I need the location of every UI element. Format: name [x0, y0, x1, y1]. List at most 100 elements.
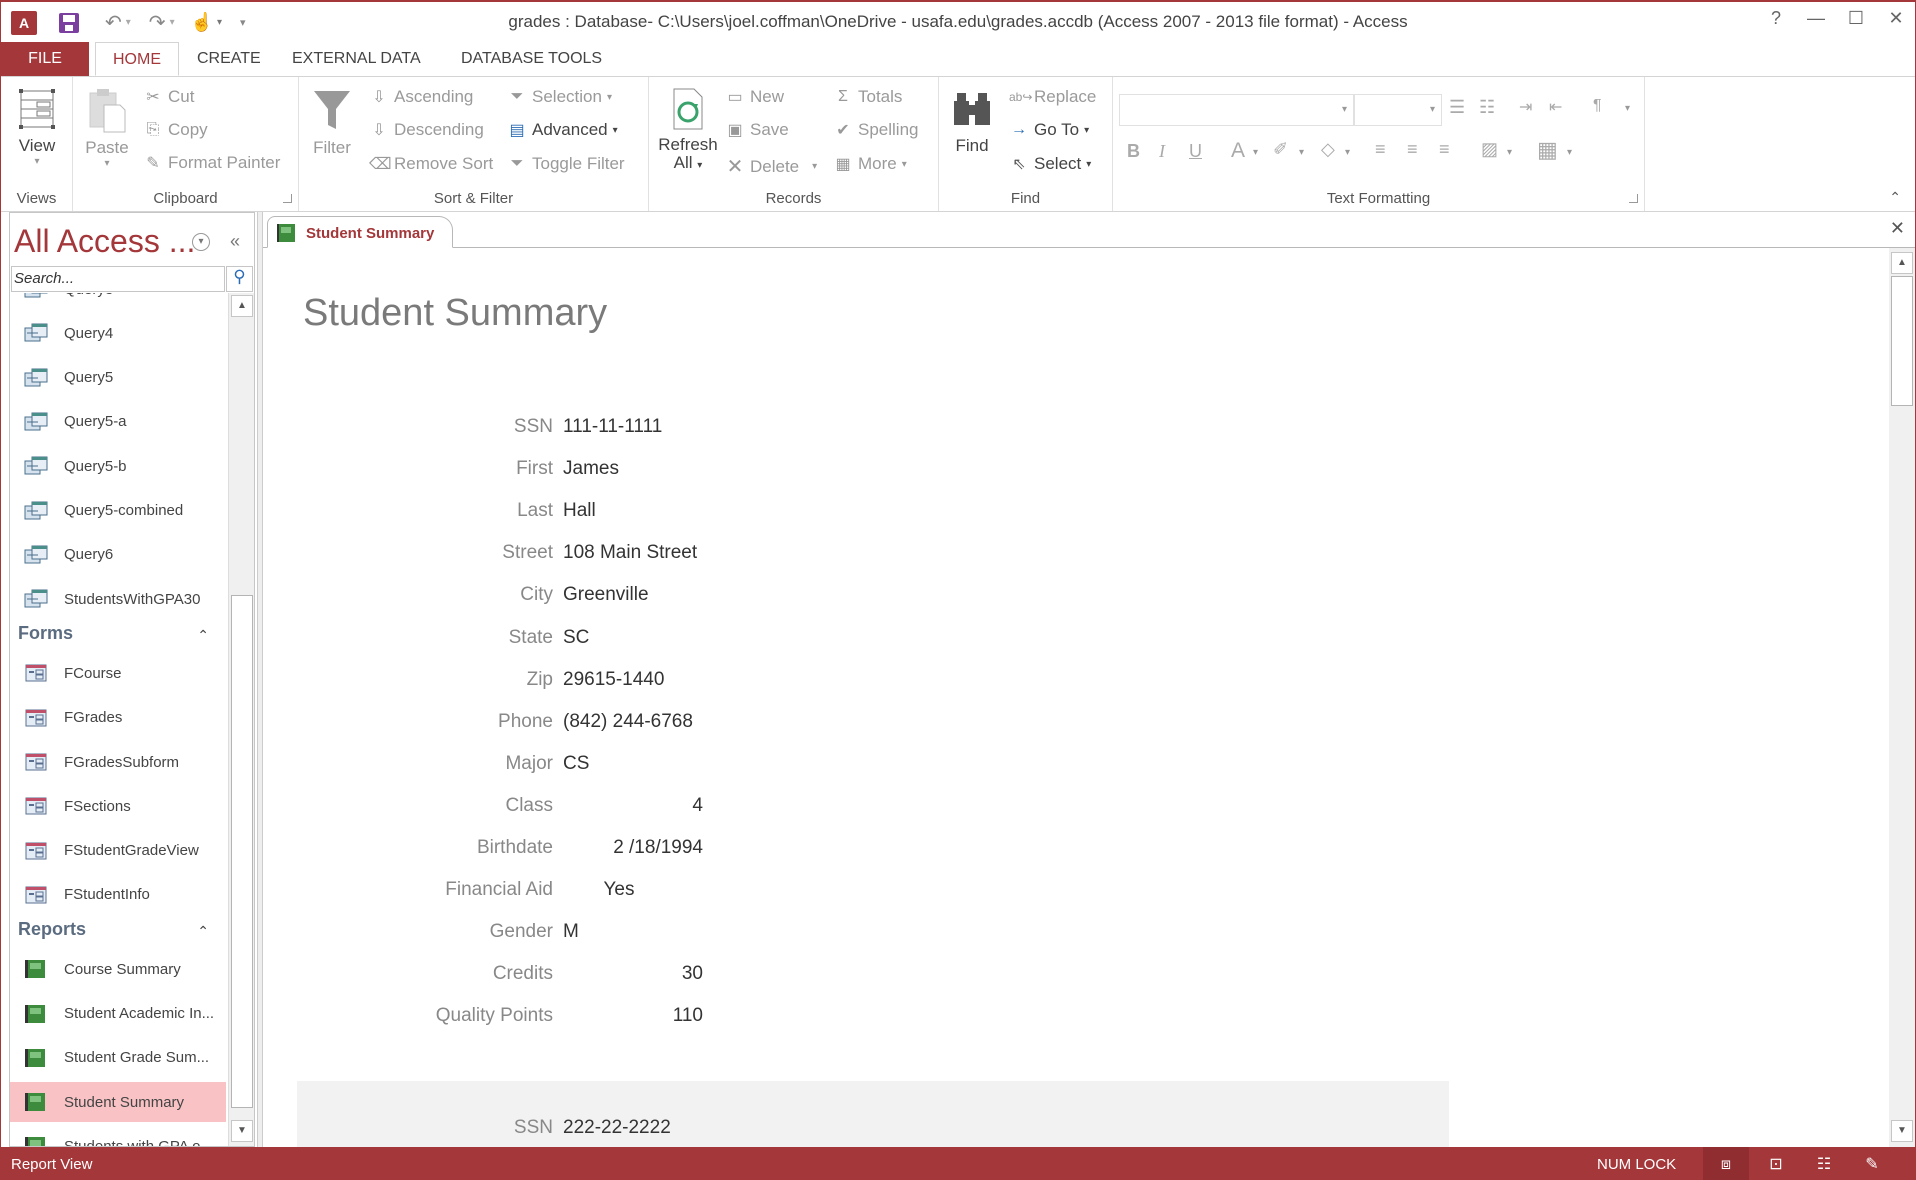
advanced-button[interactable]: ▤ Advanced ▾ — [507, 120, 617, 140]
spelling-button[interactable]: ✔ Spelling — [833, 120, 918, 140]
report-view-icon[interactable]: ⧈ — [1703, 1147, 1749, 1180]
copy-button[interactable]: ⎘ Copy — [143, 120, 208, 140]
totals-button[interactable]: Σ Totals — [833, 87, 902, 107]
nav-item-query[interactable]: Query5 — [10, 358, 226, 398]
replace-button[interactable]: ab↪ Replace — [1009, 87, 1096, 107]
nav-search-input[interactable]: Search... — [11, 266, 225, 292]
format-painter-button[interactable]: ✎ Format Painter — [143, 153, 280, 173]
selection-button[interactable]: ⏷ Selection ▾ — [507, 87, 612, 107]
gridlines-dropdown-icon[interactable]: ▾ — [1507, 147, 1512, 158]
bold-button[interactable]: B — [1127, 141, 1140, 162]
nav-item-form[interactable]: FGradesSubform — [10, 742, 226, 782]
underline-button[interactable]: U — [1189, 141, 1202, 162]
nav-menu-dropdown-icon[interactable]: ▾ — [192, 233, 210, 251]
nav-item-query[interactable]: Query5-a — [10, 402, 226, 442]
nav-pane-title[interactable]: All Access ... — [14, 223, 195, 260]
search-icon[interactable]: ⚲ — [226, 266, 253, 292]
minimize-icon[interactable]: — — [1798, 8, 1834, 29]
find-button[interactable]: Find — [947, 87, 997, 156]
fill-dropdown-icon[interactable]: ▾ — [1345, 147, 1350, 158]
nav-item-form[interactable]: FCourse — [10, 653, 226, 693]
collapse-section-icon[interactable]: ⌃ — [197, 627, 209, 644]
paragraph-dropdown-icon[interactable]: ▾ — [1625, 103, 1630, 114]
maximize-icon[interactable]: ☐ — [1838, 8, 1874, 29]
delete-record-button[interactable]: ✕ Delete ▾ — [725, 154, 818, 179]
nav-item-report[interactable]: Student Summary — [10, 1082, 226, 1123]
paragraph-direction-icon[interactable]: ¶ — [1593, 97, 1602, 115]
view-button[interactable]: View ▾ — [11, 87, 63, 167]
gridlines-icon[interactable]: ▨ — [1481, 139, 1498, 160]
nav-item-form[interactable]: FGrades — [10, 698, 226, 738]
tab-file[interactable]: FILE — [1, 42, 89, 76]
more-button[interactable]: ▦ More ▾ — [833, 154, 906, 174]
help-icon[interactable]: ? — [1758, 8, 1794, 29]
nav-item-report[interactable]: Student Academic In... — [10, 994, 226, 1034]
tab-external-data[interactable]: EXTERNAL DATA — [278, 42, 435, 76]
report-scroll-thumb[interactable] — [1891, 276, 1913, 406]
nav-item-report[interactable]: Course Summary — [10, 949, 226, 989]
tab-database-tools[interactable]: DATABASE TOOLS — [447, 42, 616, 76]
nav-item-report[interactable]: Student Grade Sum... — [10, 1038, 226, 1078]
increase-indent-icon[interactable]: ⇥ — [1519, 97, 1532, 117]
align-right-icon[interactable]: ≡ — [1439, 139, 1450, 160]
bullets-icon[interactable]: ☰ — [1449, 97, 1465, 118]
highlight-dropdown-icon[interactable]: ▾ — [1299, 147, 1304, 158]
nav-item-form[interactable]: FStudentGradeView — [10, 831, 226, 871]
goto-button[interactable]: → Go To ▾ — [1009, 120, 1089, 140]
print-preview-icon[interactable]: ⊡ — [1753, 1147, 1799, 1180]
alternate-row-color-icon[interactable]: ▦ — [1537, 137, 1558, 163]
collapse-section-icon[interactable]: ⌃ — [197, 923, 209, 940]
alt-row-dropdown-icon[interactable]: ▾ — [1567, 147, 1572, 158]
cut-button[interactable]: ✂ Cut — [143, 87, 194, 107]
tab-home[interactable]: HOME — [95, 42, 179, 76]
document-tab-student-summary[interactable]: Student Summary — [267, 216, 453, 248]
design-view-icon[interactable]: ✎ — [1849, 1147, 1895, 1180]
nav-section-reports[interactable]: Reports ⌃ — [18, 919, 223, 949]
collapse-ribbon-icon[interactable]: ⌃ — [1889, 189, 1901, 206]
paste-button[interactable]: Paste ▾ — [81, 87, 133, 169]
descending-button[interactable]: ⇩ Descending — [369, 120, 483, 140]
nav-item-query[interactable]: Query3 — [10, 293, 226, 309]
nav-item-form[interactable]: FSections — [10, 786, 226, 826]
save-record-button[interactable]: ▣ Save — [725, 120, 788, 140]
nav-item-query[interactable]: Query4 — [10, 313, 226, 353]
tab-create[interactable]: CREATE — [183, 42, 275, 76]
align-center-icon[interactable]: ≡ — [1407, 139, 1418, 160]
highlight-icon[interactable]: ✐ — [1273, 139, 1288, 160]
nav-item-form[interactable]: FStudentInfo — [10, 875, 226, 915]
report-scrollbar[interactable]: ▲ ▼ — [1889, 248, 1915, 1147]
layout-view-icon[interactable]: ☷ — [1801, 1147, 1847, 1180]
numbering-icon[interactable]: ☷ — [1479, 97, 1495, 118]
scroll-down-icon[interactable]: ▼ — [231, 1120, 253, 1142]
decrease-indent-icon[interactable]: ⇤ — [1549, 97, 1562, 117]
report-scroll-up-icon[interactable]: ▲ — [1891, 252, 1913, 274]
align-left-icon[interactable]: ≡ — [1375, 139, 1386, 160]
refresh-all-button[interactable]: Refresh All ▾ — [653, 87, 723, 175]
text-formatting-dialog-launcher[interactable] — [1629, 194, 1638, 203]
remove-sort-button[interactable]: ⌫ Remove Sort — [369, 154, 493, 174]
font-size-combo[interactable]: ▾ — [1354, 94, 1442, 126]
nav-section-forms[interactable]: Forms ⌃ — [18, 623, 223, 653]
close-icon[interactable]: ✕ — [1878, 8, 1914, 29]
font-color-dropdown-icon[interactable]: ▾ — [1253, 147, 1258, 158]
fill-color-icon[interactable]: ◇ — [1321, 139, 1335, 160]
close-document-icon[interactable]: ✕ — [1890, 218, 1905, 239]
scroll-up-icon[interactable]: ▲ — [231, 295, 253, 317]
new-record-button[interactable]: ▭ New — [725, 87, 784, 107]
nav-item-query[interactable]: StudentsWithGPA30 — [10, 579, 226, 619]
nav-item-query[interactable]: Query5-b — [10, 446, 226, 486]
toggle-filter-button[interactable]: ⏷ Toggle Filter — [507, 154, 625, 174]
nav-item-report[interactable]: Students with GPA o... — [10, 1126, 226, 1146]
clipboard-dialog-launcher[interactable] — [283, 194, 292, 203]
italic-button[interactable]: I — [1159, 141, 1165, 162]
nav-item-query[interactable]: Query6 — [10, 535, 226, 575]
report-scroll-down-icon[interactable]: ▼ — [1891, 1120, 1913, 1142]
shutter-collapse-icon[interactable]: « — [224, 231, 246, 253]
ascending-button[interactable]: ⇩ Ascending — [369, 87, 473, 107]
filter-button[interactable]: Filter — [307, 87, 357, 158]
select-button[interactable]: ⇖ Select ▾ — [1009, 154, 1091, 174]
nav-scroll-thumb[interactable] — [231, 595, 253, 1108]
font-color-button[interactable]: A — [1231, 139, 1245, 163]
nav-item-query[interactable]: Query5-combined — [10, 491, 226, 531]
nav-scrollbar[interactable]: ▲ ▼ — [228, 293, 254, 1146]
